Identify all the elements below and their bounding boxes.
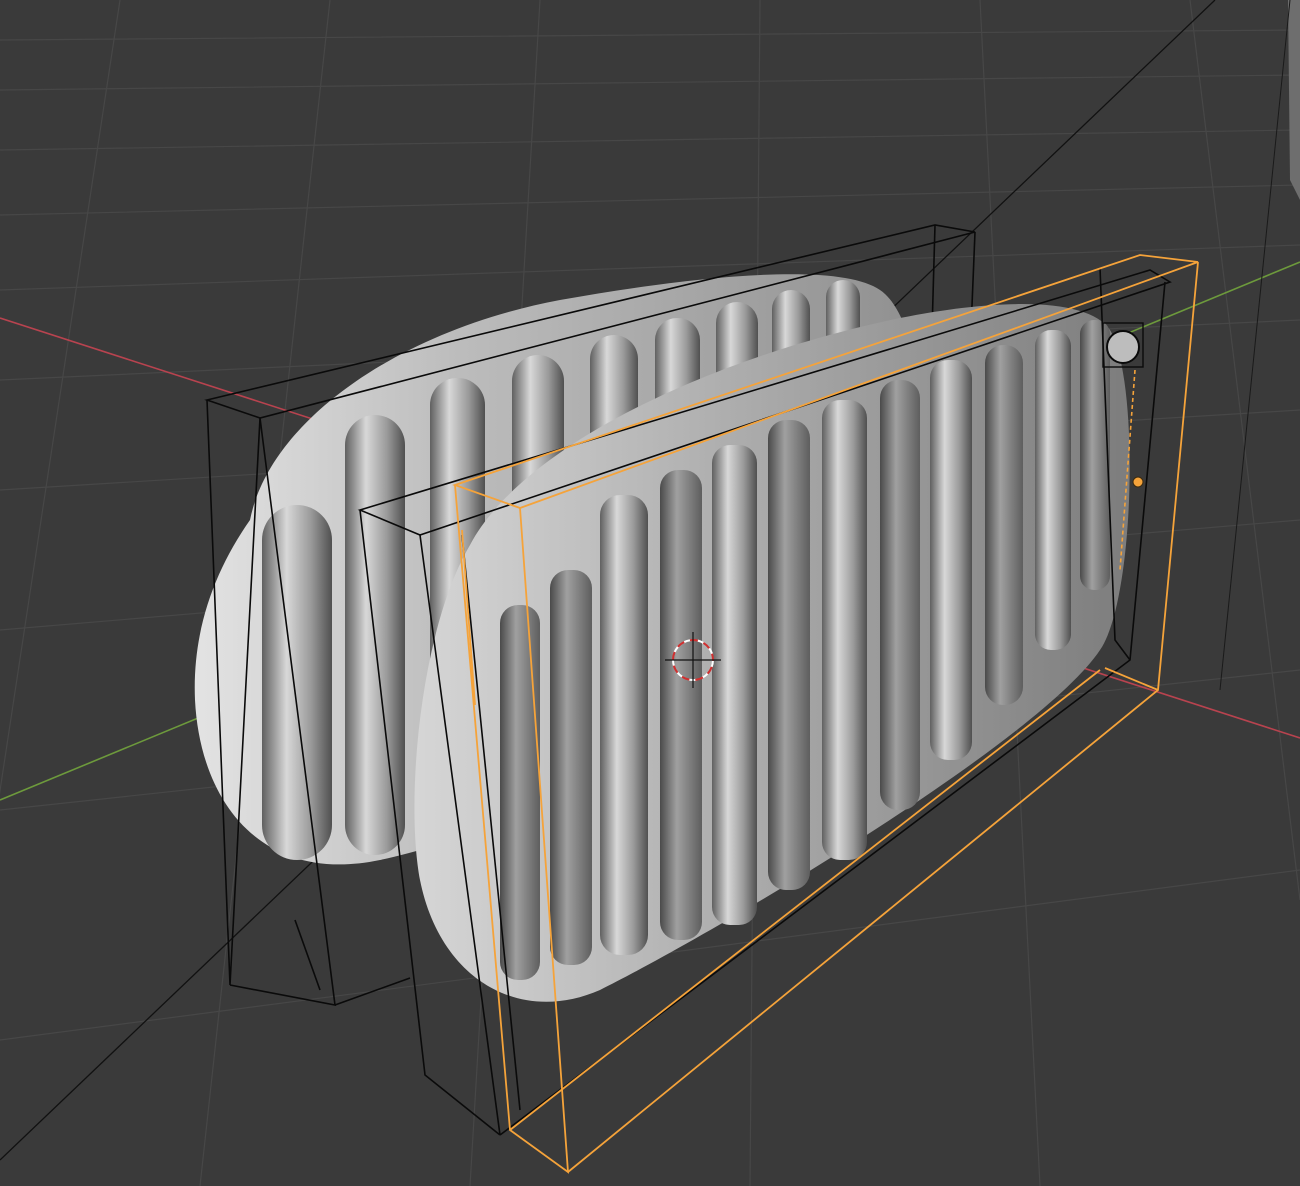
3d-viewport[interactable]: [0, 0, 1300, 1186]
viewport-canvas[interactable]: [0, 0, 1300, 1186]
